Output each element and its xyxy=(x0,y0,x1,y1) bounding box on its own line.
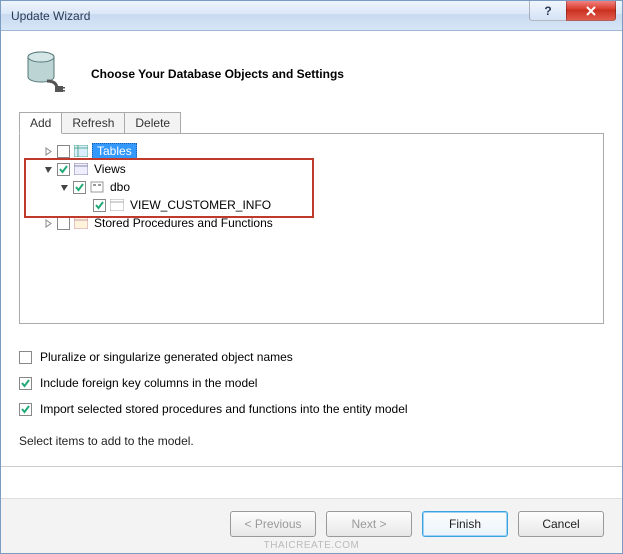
tree-node-label: VIEW_CUSTOMER_INFO xyxy=(128,198,273,212)
tree-node-label: dbo xyxy=(108,180,132,194)
tab-refresh[interactable]: Refresh xyxy=(61,112,125,134)
checkbox[interactable] xyxy=(19,377,32,390)
tree-node-label: Stored Procedures and Functions xyxy=(92,216,275,230)
tables-icon xyxy=(73,144,89,158)
tab-label: Add xyxy=(30,116,51,130)
update-wizard-window: Update Wizard ? Choose Y xyxy=(0,0,623,554)
selection-hint: Select items to add to the model. xyxy=(19,434,604,448)
button-label: Cancel xyxy=(542,517,579,531)
option-pluralize[interactable]: Pluralize or singularize generated objec… xyxy=(19,350,604,364)
tree-checkbox[interactable] xyxy=(57,217,70,230)
wizard-footer: < Previous Next > Finish Cancel xyxy=(1,498,622,553)
wizard-header: Choose Your Database Objects and Setting… xyxy=(1,31,622,112)
separator xyxy=(1,466,622,467)
titlebar: Update Wizard ? xyxy=(1,1,622,31)
tab-label: Delete xyxy=(135,116,170,130)
option-label: Include foreign key columns in the model xyxy=(40,376,257,390)
view-icon xyxy=(109,198,125,212)
help-icon: ? xyxy=(544,4,551,18)
tree-node-sprocs[interactable]: Stored Procedures and Functions xyxy=(26,214,597,232)
option-include-fk[interactable]: Include foreign key columns in the model xyxy=(19,376,604,390)
close-icon xyxy=(585,5,597,17)
tree-checkbox[interactable] xyxy=(93,199,106,212)
options-group: Pluralize or singularize generated objec… xyxy=(19,350,604,416)
button-label: Finish xyxy=(449,517,481,531)
next-button: Next > xyxy=(326,511,412,537)
expander-expanded-icon[interactable] xyxy=(42,163,54,175)
tree-checkbox[interactable] xyxy=(57,145,70,158)
option-import-sprocs[interactable]: Import selected stored procedures and fu… xyxy=(19,402,604,416)
expander-collapsed-icon[interactable] xyxy=(42,217,54,229)
tab-label: Refresh xyxy=(72,116,114,130)
object-tree: Tables xyxy=(26,142,597,232)
tree-node-label: Tables xyxy=(92,143,137,159)
titlebar-buttons: ? xyxy=(529,1,622,30)
button-label: Next > xyxy=(351,517,386,531)
tree-checkbox[interactable] xyxy=(57,163,70,176)
close-button[interactable] xyxy=(566,1,616,21)
window-title: Update Wizard xyxy=(11,9,90,23)
expander-expanded-icon[interactable] xyxy=(58,181,70,193)
tree-node-dbo[interactable]: dbo xyxy=(26,178,597,196)
option-label: Pluralize or singularize generated objec… xyxy=(40,350,293,364)
tree-panel: Tables xyxy=(19,134,604,324)
cancel-button[interactable]: Cancel xyxy=(518,511,604,537)
help-button[interactable]: ? xyxy=(529,1,567,21)
tree-node-tables[interactable]: Tables xyxy=(26,142,597,160)
expander-collapsed-icon[interactable] xyxy=(42,145,54,157)
tree-node-label: Views xyxy=(92,162,128,176)
tab-delete[interactable]: Delete xyxy=(124,112,181,134)
previous-button: < Previous xyxy=(230,511,316,537)
schema-icon xyxy=(89,180,105,194)
wizard-heading: Choose Your Database Objects and Setting… xyxy=(91,67,344,81)
tree-node-views[interactable]: Views xyxy=(26,160,597,178)
option-label: Import selected stored procedures and fu… xyxy=(40,402,408,416)
tree-checkbox[interactable] xyxy=(73,181,86,194)
button-label: < Previous xyxy=(244,517,301,531)
checkbox[interactable] xyxy=(19,403,32,416)
views-icon xyxy=(73,162,89,176)
tab-add[interactable]: Add xyxy=(19,112,62,134)
database-icon xyxy=(25,49,71,98)
tabstrip: Add Refresh Delete xyxy=(19,112,604,134)
tree-node-view-customer-info[interactable]: VIEW_CUSTOMER_INFO xyxy=(26,196,597,214)
checkbox[interactable] xyxy=(19,351,32,364)
finish-button[interactable]: Finish xyxy=(422,511,508,537)
sprocs-icon xyxy=(73,216,89,230)
